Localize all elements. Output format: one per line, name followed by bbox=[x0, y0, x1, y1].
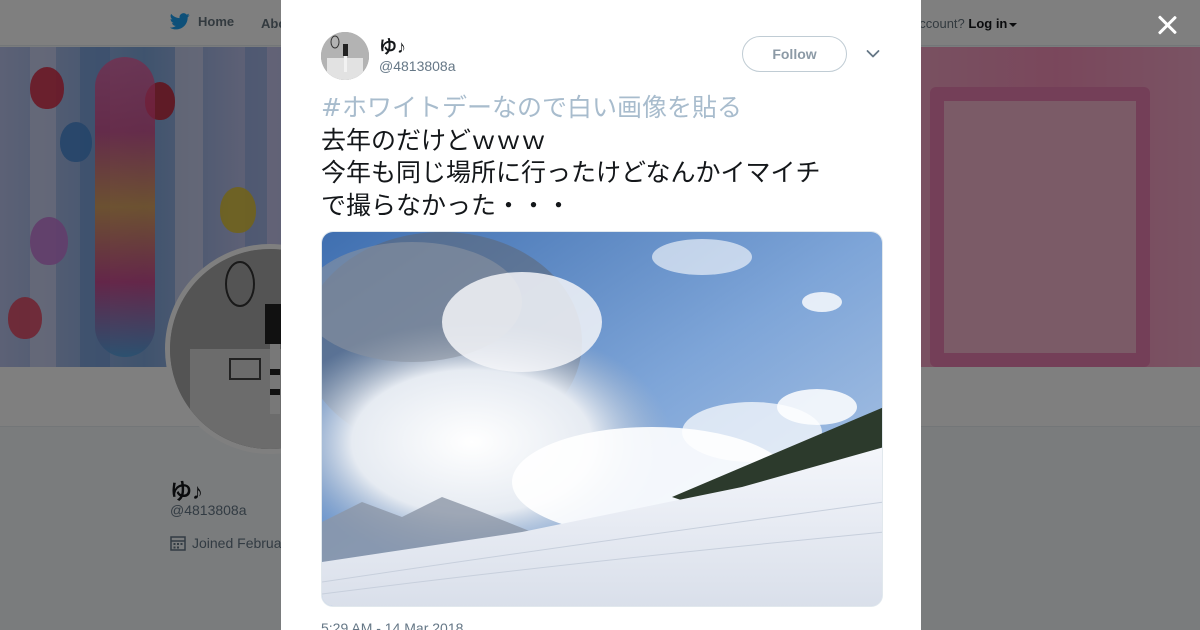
author-avatar-photo bbox=[321, 32, 369, 80]
tweet-timestamp[interactable]: 5:29 AM - 14 Mar 2018 bbox=[321, 620, 463, 630]
tweet-line: 去年のだけどｗｗｗ bbox=[321, 125, 547, 155]
tweet-photo[interactable] bbox=[321, 231, 883, 607]
close-icon[interactable] bbox=[1154, 12, 1180, 38]
hashtag-link[interactable]: #ホワイトデーなので白い画像を貼る bbox=[321, 92, 891, 125]
tweet-line: 今年も同じ場所に行ったけどなんかイマイチ bbox=[321, 158, 821, 187]
follow-button[interactable]: Follow bbox=[742, 36, 847, 72]
author-avatar[interactable] bbox=[321, 32, 369, 80]
tweet-modal: ゆ♪ @4813808a Follow #ホワイトデーなので白い画像を貼る 去年… bbox=[281, 0, 921, 630]
chevron-down-icon[interactable] bbox=[866, 49, 880, 59]
tweet-line: で撮らなかった・・・ bbox=[321, 190, 572, 220]
snow-landscape-image bbox=[322, 232, 882, 606]
author-name[interactable]: ゆ♪ bbox=[379, 33, 406, 59]
tweet-text: #ホワイトデーなので白い画像を貼る 去年のだけどｗｗｗ 今年も同じ場所に行ったけ… bbox=[321, 92, 891, 222]
author-handle[interactable]: @4813808a bbox=[379, 58, 456, 74]
